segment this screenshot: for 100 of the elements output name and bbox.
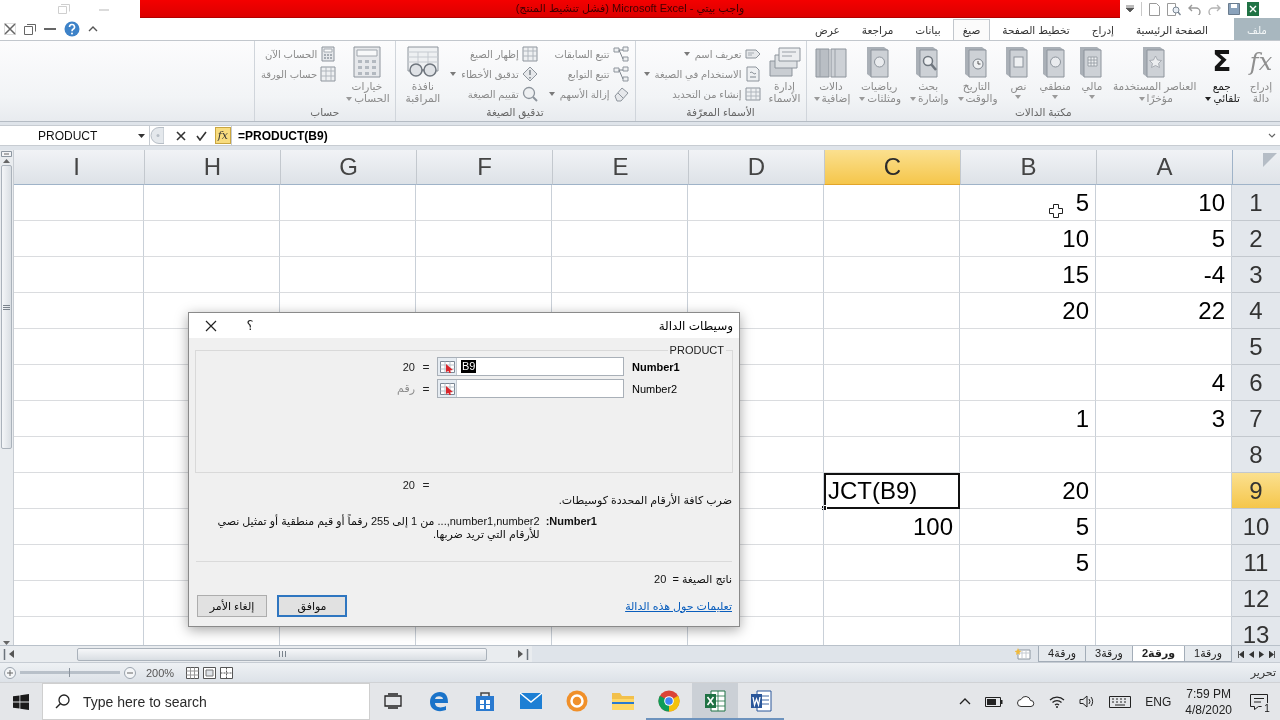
collapse-dialog-button[interactable] bbox=[438, 380, 457, 397]
sheet-tab[interactable]: ورقة1 bbox=[1184, 646, 1232, 662]
fill-handle-icon[interactable] bbox=[821, 505, 827, 511]
clock-time[interactable]: 7:59 PM bbox=[1186, 685, 1231, 702]
row-header[interactable]: 3 bbox=[1232, 257, 1280, 293]
envelope-icon bbox=[519, 691, 543, 710]
row-header[interactable]: 13 bbox=[1232, 617, 1280, 645]
help-button[interactable]: ؟ bbox=[233, 313, 267, 338]
column-header[interactable]: H bbox=[144, 150, 280, 185]
document-icon bbox=[744, 66, 761, 82]
ok-button[interactable]: موافق bbox=[277, 595, 347, 617]
ribbon-tab[interactable]: إدراج bbox=[1081, 19, 1124, 40]
cancel-button[interactable]: إلغاء الأمر bbox=[197, 595, 267, 617]
formula-field[interactable]: =PRODUCT(B9) bbox=[232, 126, 1264, 145]
help-icon[interactable] bbox=[64, 21, 80, 37]
zoom-in-icon[interactable] bbox=[4, 666, 16, 679]
row-header[interactable]: 2 bbox=[1232, 221, 1280, 257]
page-break-icon[interactable] bbox=[220, 666, 234, 679]
language-indicator[interactable]: ENG bbox=[1145, 694, 1172, 709]
taskbar-app-button[interactable] bbox=[692, 683, 738, 720]
keyboard-icon[interactable] bbox=[1109, 695, 1132, 708]
last-sheet-icon[interactable] bbox=[1268, 650, 1275, 658]
row-header[interactable]: 9 bbox=[1232, 473, 1280, 509]
ribbon-tab[interactable]: تخطيط الصفحة bbox=[992, 19, 1080, 40]
column-header[interactable]: I bbox=[14, 150, 144, 185]
row-header[interactable]: 10 bbox=[1232, 509, 1280, 545]
argument-value: B9 bbox=[461, 360, 477, 373]
column-header[interactable]: A bbox=[1096, 150, 1232, 185]
help-link[interactable]: تعليمات حول هذه الدالة bbox=[625, 599, 732, 613]
row-header[interactable]: 7 bbox=[1232, 401, 1280, 437]
book-star-icon bbox=[1141, 46, 1168, 78]
browser-e-icon bbox=[428, 689, 450, 712]
row-header[interactable]: 1 bbox=[1232, 185, 1280, 221]
row-header[interactable]: 11 bbox=[1232, 545, 1280, 581]
row-header[interactable]: 8 bbox=[1232, 437, 1280, 473]
restore-icon[interactable] bbox=[24, 23, 36, 35]
scroll-up-icon[interactable] bbox=[3, 159, 10, 163]
page-layout-icon[interactable] bbox=[203, 666, 217, 679]
argument-result: 20 bbox=[401, 360, 415, 373]
new-document-icon[interactable] bbox=[1149, 2, 1160, 16]
ribbon-tab[interactable]: عرض bbox=[805, 19, 850, 40]
spreadsheet-logo-icon[interactable] bbox=[1247, 2, 1259, 16]
argument-field[interactable] bbox=[437, 379, 624, 398]
split-bar-icon[interactable] bbox=[3, 648, 6, 660]
split-bar-icon[interactable] bbox=[526, 648, 529, 660]
ribbon-tab[interactable]: بيانات bbox=[905, 19, 951, 40]
scrollbar-thumb[interactable] bbox=[77, 647, 487, 661]
close-icon[interactable] bbox=[4, 23, 16, 35]
column-header[interactable]: E bbox=[552, 150, 688, 185]
scroll-right-icon[interactable] bbox=[518, 650, 523, 658]
search-icon bbox=[55, 694, 70, 709]
next-sheet-icon[interactable] bbox=[1258, 650, 1264, 658]
column-header[interactable]: C bbox=[824, 150, 960, 185]
zoom-level[interactable]: 200% bbox=[146, 666, 175, 679]
sheet-tab[interactable]: ورقة2 bbox=[1131, 646, 1186, 662]
print-preview-icon[interactable] bbox=[1167, 2, 1181, 16]
cloud-icon[interactable] bbox=[1017, 696, 1036, 707]
notification-icon[interactable] bbox=[1250, 693, 1268, 710]
speaker-icon[interactable] bbox=[1079, 695, 1096, 708]
argument-field[interactable]: B9 bbox=[437, 357, 624, 376]
row-header[interactable]: 6 bbox=[1232, 365, 1280, 401]
caret-up-icon[interactable] bbox=[959, 698, 972, 705]
zoom-slider-track[interactable] bbox=[20, 671, 120, 674]
book-clock-icon bbox=[963, 46, 990, 78]
undo-icon[interactable] bbox=[1188, 3, 1201, 15]
first-sheet-icon[interactable] bbox=[1237, 650, 1244, 658]
scroll-left-icon[interactable] bbox=[9, 650, 14, 658]
column-header[interactable]: D bbox=[688, 150, 824, 185]
name-box[interactable]: PRODUCT bbox=[0, 126, 150, 145]
collapse-dialog-button[interactable] bbox=[438, 358, 457, 375]
wifi-icon[interactable] bbox=[1049, 695, 1066, 708]
previous-sheet-icon[interactable] bbox=[1248, 650, 1254, 658]
column-header[interactable]: G bbox=[280, 150, 416, 185]
row-header[interactable]: 4 bbox=[1232, 293, 1280, 329]
battery-icon[interactable] bbox=[985, 696, 1004, 707]
row-header[interactable]: 5 bbox=[1232, 329, 1280, 365]
grip-icon bbox=[278, 651, 286, 657]
minimize-icon[interactable] bbox=[44, 26, 56, 32]
table-cell: 5 bbox=[1096, 221, 1232, 257]
row-header[interactable]: 12 bbox=[1232, 581, 1280, 617]
table-icon bbox=[744, 86, 761, 102]
normal-view-icon[interactable] bbox=[186, 666, 200, 679]
clock-date[interactable]: 4/8/2020 bbox=[1185, 701, 1232, 718]
sheet-tab[interactable]: ورقة3 bbox=[1085, 646, 1133, 662]
column-header[interactable]: B bbox=[960, 150, 1096, 185]
ribbon-tab[interactable]: مراجعة bbox=[851, 19, 904, 40]
ribbon-tab[interactable]: الصفحة الرئيسية bbox=[1126, 19, 1218, 40]
column-header[interactable]: F bbox=[416, 150, 552, 185]
search-field[interactable]: Type here to search bbox=[42, 683, 370, 720]
rounded-grip-icon[interactable] bbox=[150, 127, 164, 144]
ribbon-tab[interactable]: صيغ bbox=[952, 19, 991, 40]
insert-function-button[interactable]: fx bbox=[214, 127, 231, 144]
table-cell: 15 bbox=[960, 257, 1096, 293]
expand-chevron-icon[interactable] bbox=[1268, 133, 1276, 138]
scrollbar-thumb[interactable] bbox=[1, 165, 12, 449]
group-label: تدقيق الصيغة bbox=[485, 105, 545, 121]
split-box-icon[interactable] bbox=[1, 151, 12, 157]
customize-caret-icon[interactable] bbox=[1126, 5, 1134, 13]
collapse-ribbon-icon[interactable] bbox=[88, 26, 98, 32]
sheet-tab[interactable]: ورقة4 bbox=[1038, 646, 1086, 662]
